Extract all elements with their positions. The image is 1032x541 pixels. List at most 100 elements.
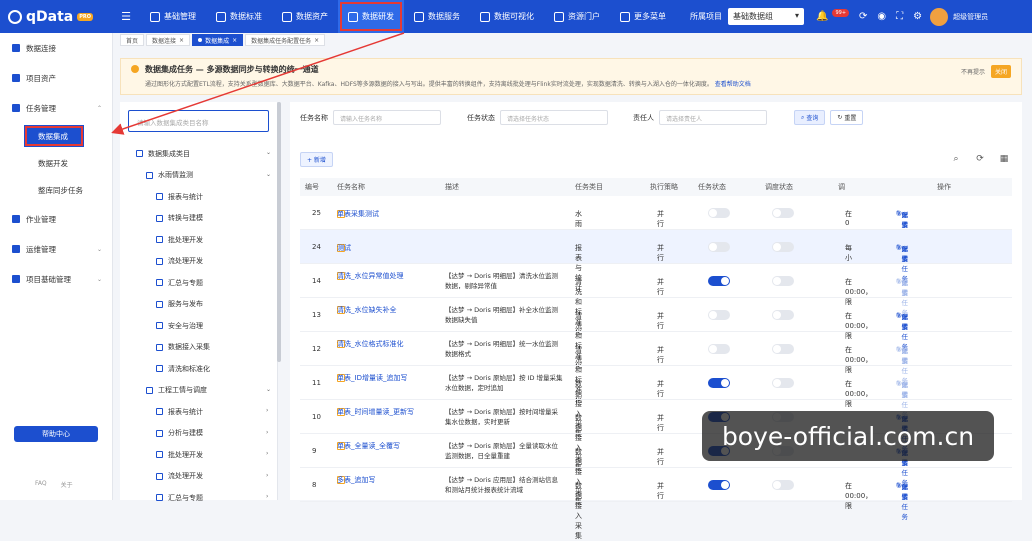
sidebar-group-job-mgmt[interactable]: 作业管理 [0,204,112,234]
help-center-button[interactable]: 帮助中心 [14,426,98,442]
chevron-icon[interactable]: ⌄ [266,386,271,393]
sched-status-toggle[interactable] [772,276,794,286]
chevron-icon[interactable]: › [266,472,268,479]
task-status-toggle[interactable] [708,242,730,252]
chevron-icon[interactable]: › [266,429,268,436]
search-icon[interactable]: ⌕ [950,154,962,166]
tab-data-integration[interactable]: 数据集成 × [192,34,244,46]
close-icon[interactable]: × [179,37,184,44]
nav-data-service[interactable]: 数据服务 [404,0,470,33]
tree-node[interactable]: 安全与治理 [156,315,203,336]
task-status-toggle[interactable] [708,480,730,490]
add-task-button[interactable]: + 新增 [300,152,333,167]
task-status-toggle[interactable] [708,378,730,388]
chevron-icon[interactable]: ⌄ [266,171,271,178]
owner-select[interactable]: 请选择责任人 [659,110,767,125]
cell-name[interactable]: 单表采集测试 [337,209,437,218]
sidebar-group-data-connect[interactable]: 数据连接 [0,33,112,63]
sidebar-group-ops-mgmt[interactable]: 运维管理 ⌄ [0,234,112,264]
task-status-toggle[interactable] [708,208,730,218]
table-row[interactable]: 14 清洗_水位异常值处理 【达梦 → Doris 明细层】清洗水位监测数据，剔除异… [300,264,1012,336]
more-button[interactable]: ⌄ 更多 [896,311,908,331]
sched-status-toggle[interactable] [772,344,794,354]
tree-node[interactable]: 工程工情与调度 ⌄ [146,380,271,401]
reset-button[interactable]: ↻ 重置 [830,110,864,125]
tree-search-input[interactable]: 请输入数据集成类目名称 [128,110,269,132]
sidebar-item-db-sync[interactable]: 整库同步任务 [0,177,112,204]
tree-node[interactable]: 报表与统计 [156,186,203,207]
tree-node[interactable]: 分析与建模 › [156,423,268,444]
chevron-icon[interactable]: ⌄ [266,149,271,156]
chevron-icon[interactable]: › [266,407,268,414]
cell-name[interactable]: 清洗_水位异常值处理 [337,271,437,280]
tree-scrollbar[interactable] [277,102,281,362]
bell-icon[interactable]: 🔔 [816,11,828,22]
close-icon[interactable]: × [232,37,237,44]
table-row[interactable]: 12 清洗_水位格式标准化 【达梦 → Doris 明细层】统一水位监测数据格式 清洗… [300,332,1012,404]
more-button[interactable]: ⌄ 更多 [896,345,908,365]
chevron-icon[interactable]: › [266,493,268,500]
cell-name[interactable]: 单表_ID增量读_追加写 [337,373,437,382]
tree-node[interactable]: 水雨情监测 ⌄ [146,165,271,186]
tree-node[interactable]: 流处理开发 › [156,466,268,487]
more-button[interactable]: ⌄ 更多 [896,481,908,501]
column-settings-icon[interactable]: ▦ [998,154,1010,166]
task-status-select[interactable]: 请选择任务状态 [500,110,608,125]
more-button[interactable]: ⌄ 更多 [896,379,908,399]
tab-data-connect[interactable]: 数据连接 × [146,34,191,46]
refresh-icon[interactable]: ⟳ [974,154,986,166]
tree-node[interactable]: 批处理开发 › [156,444,268,465]
nav-data-visual[interactable]: 数据可视化 [470,0,544,33]
sidebar-group-project-base[interactable]: 项目基础管理 ⌄ [0,264,112,294]
tree-node[interactable]: 汇总与专题 [156,272,203,293]
hide-notice-button[interactable]: 不再提示 [961,67,985,76]
more-button[interactable]: ⌄ 更多 [896,243,908,263]
more-button[interactable]: ⌄ 更多 [896,209,908,229]
project-select[interactable]: 基础数据组 ▾ [728,8,804,25]
close-notice-button[interactable]: 关闭 [990,65,1011,78]
tree-node[interactable]: 批处理开发 [156,229,203,250]
sidebar-group-project-asset[interactable]: 项目资产 [0,63,112,93]
tree-node[interactable]: 转换与建模 [156,208,203,229]
task-name-input[interactable]: 请输入任务名称 [333,110,441,125]
faq-link[interactable]: FAQ [35,480,47,489]
nav-data-standard[interactable]: 数据标准 [206,0,272,33]
app-logo[interactable]: qData PRO [0,0,112,33]
nav-resource-portal[interactable]: 资源门户 [544,0,610,33]
cell-name[interactable]: 单表_全量读_全覆写 [337,441,437,450]
nav-data-dev[interactable]: 数据研发 [338,0,404,33]
cell-name[interactable]: 单表_时间增量读_更新写 [337,407,437,416]
sched-status-toggle[interactable] [772,310,794,320]
tree-node[interactable]: 数据集成类目 ⌄ [136,143,271,164]
nav-basic-mgmt[interactable]: 基础管理 [140,0,206,33]
more-button[interactable]: ⌄ 更多 [896,277,908,297]
tree-node[interactable]: 服务与发布 [156,294,203,315]
task-status-toggle[interactable] [708,276,730,286]
tree-node[interactable]: 报表与统计 › [156,401,268,422]
sidebar-item-data-dev[interactable]: 数据开发 [0,150,112,177]
settings-icon[interactable]: ⚙ [913,11,922,22]
cell-name[interactable]: 清洗_水位格式标准化 [337,339,437,348]
sched-status-toggle[interactable] [772,480,794,490]
sidebar-group-task-mgmt[interactable]: 任务管理 ⌃ [0,93,112,123]
tree-node[interactable]: 清洗和标准化 [156,358,210,379]
table-row[interactable]: 8 多表_追加写 【达梦 → Doris 应用层】结合测站信息和测站月统计报表统计流… [300,468,1012,540]
table-row[interactable]: 11 单表_ID增量读_追加写 【达梦 → Doris 原始层】按 ID 增量采集水… [300,366,1012,438]
help-doc-link[interactable]: 查看帮助文档 [715,81,751,88]
task-status-toggle[interactable] [708,344,730,354]
chevron-icon[interactable]: › [266,450,268,457]
sched-status-toggle[interactable] [772,378,794,388]
tree-node[interactable]: 汇总与专题 › [156,487,268,508]
nav-more-menu[interactable]: 更多菜单 [610,0,676,33]
refresh-icon[interactable]: ⟳ [859,11,867,22]
github-icon[interactable]: ◉ [877,11,886,22]
cell-name[interactable]: 多表_追加写 [337,475,437,484]
sched-status-toggle[interactable] [772,242,794,252]
user-menu[interactable]: 超级管理员 [930,7,988,26]
fullscreen-icon[interactable]: ⛶ [896,11,903,22]
table-row[interactable]: 24 测试 报表与统计 并行 每小 ✎ 配置任务 ◎ 详情 ⌄ 更多 [300,230,1012,292]
table-row[interactable]: 25单表采集测试水雨情监测并行在0✎ 配置任务◎ 详情⌄ 更多 [300,196,1012,258]
query-button[interactable]: ⌕ 查询 [794,110,826,125]
tree-node[interactable]: 数据接入采集 [156,337,210,358]
sched-status-toggle[interactable] [772,208,794,218]
